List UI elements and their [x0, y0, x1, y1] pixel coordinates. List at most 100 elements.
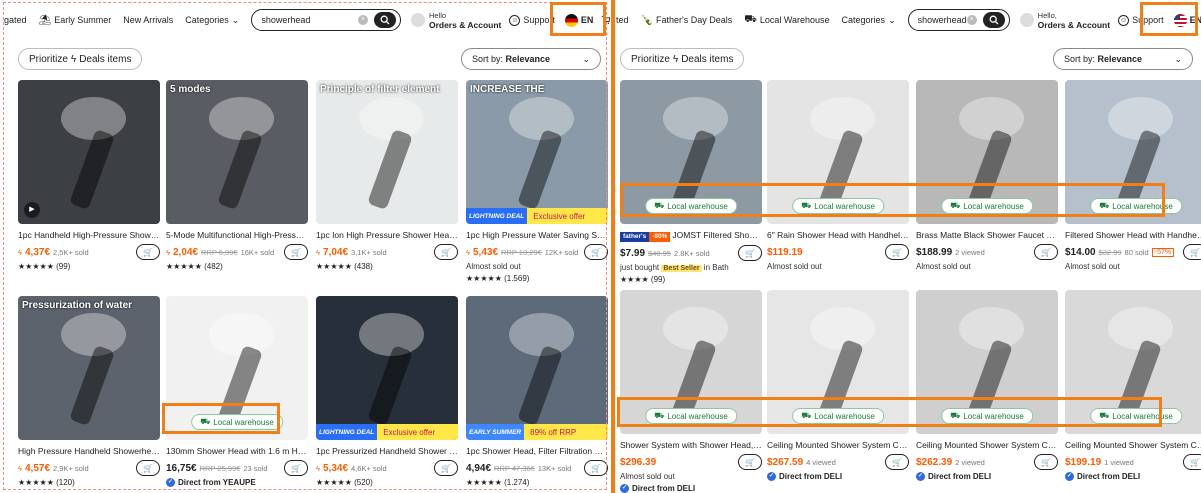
product-title[interactable]: father's-80%JOMST Filtered Shower H... [620, 230, 762, 242]
product-card[interactable]: ⛟ Local warehouse Ceiling Mounted Shower S… [1065, 290, 1201, 481]
price-row: ϟ 4,37€ 2,5K+ sold 🛒 [18, 244, 160, 260]
add-to-cart-button[interactable]: 🛒 [1183, 244, 1201, 260]
prioritize-deals-toggle[interactable]: Prioritize ϟ Deals items [620, 48, 745, 70]
language-selector[interactable]: EN [564, 13, 593, 27]
nav-item-partial[interactable]: gated [4, 15, 27, 25]
nav-item-categories[interactable]: Categories ⌄ [185, 15, 239, 26]
product-image[interactable]: ⛟ Local warehouse [620, 290, 762, 434]
product-title[interactable]: 1pc High Pressure Water Saving Show... [466, 230, 608, 241]
product-card[interactable]: ⛟ Local warehouse Filtered Shower Head wit… [1065, 80, 1201, 271]
clear-icon[interactable]: × [966, 15, 977, 25]
product-title-text: JOMST Filtered Shower H... [672, 230, 762, 240]
product-title[interactable]: 130mm Shower Head with 1.6 m Hose... [166, 446, 308, 457]
add-to-cart-button[interactable]: 🛒 [738, 454, 762, 470]
truck-icon: ⛟ [801, 411, 812, 420]
nav-item-local-warehouse[interactable]: ⛟ Local Warehouse [744, 14, 829, 27]
product-card[interactable]: ⛟ Local warehouse 130mm Shower Head with 1… [166, 296, 308, 487]
account-menu[interactable]: Hello, Orders & Account [1019, 10, 1110, 30]
truck-icon: ⛟ [801, 201, 812, 210]
rrp-price: RRP 47,36€ [494, 463, 535, 473]
add-to-cart-button[interactable]: 🛒 [434, 244, 458, 260]
prioritize-deals-toggle[interactable]: Prioritize ϟ Deals items [18, 48, 143, 70]
nav-item-fathers-day[interactable]: 🍾 Father's Day Deals [641, 15, 733, 26]
product-image[interactable]: ▶ [18, 80, 160, 224]
product-card[interactable]: ⛟ Local warehouse father's -80% JOMST Filter… [620, 80, 762, 284]
sort-dropdown[interactable]: Sort by: Relevance ⌄ [1053, 48, 1193, 70]
hello-text: Hello, [1037, 10, 1057, 20]
product-title[interactable]: Brass Matte Black Shower Faucet Set ... [916, 230, 1058, 241]
support-link[interactable]: ☺ Support [1118, 14, 1164, 26]
product-image[interactable]: ⛟ Local warehouse [1065, 80, 1201, 224]
add-to-cart-button[interactable]: 🛒 [584, 244, 608, 260]
search-bar[interactable]: showerhead × [251, 9, 401, 31]
nav-item-partial[interactable]: ted [616, 15, 629, 25]
nav-item-early-summer[interactable]: ⛱ Early Summer [39, 15, 112, 26]
search-button[interactable] [982, 12, 1005, 28]
product-image[interactable]: ⛟ Local warehouse [916, 290, 1058, 434]
review-count: (99) [56, 262, 71, 271]
add-to-cart-button[interactable]: 🛒 [434, 460, 458, 476]
product-card[interactable]: ▶ 1pc Handheld High-Pressure Shower ... ϟ 4… [18, 80, 160, 271]
product-image[interactable]: ⛟ Local warehouse [916, 80, 1058, 224]
product-card[interactable]: ⛟ Local warehouse 6" Rain Shower Head with… [767, 80, 909, 271]
account-menu[interactable]: Hello Orders & Account [410, 11, 501, 30]
product-card[interactable]: INCREASE THE LIGHTNING DEAL Exclusive offe… [466, 80, 608, 283]
product-card[interactable]: ⛟ Local warehouse Ceiling Mounted Shower S… [767, 290, 909, 481]
product-image[interactable]: Principle of filter element [316, 80, 458, 224]
product-image[interactable]: ⛟ Local warehouse [620, 80, 762, 224]
nav-item-categories[interactable]: Categories ⌄ [842, 15, 896, 26]
product-image[interactable]: LIGHTNING DEAL Exclusive offer [316, 296, 458, 440]
product-title[interactable]: 6" Rain Shower Head with Handheld ... [767, 230, 909, 241]
product-title[interactable]: 5-Mode Multifunctional High-Pressur... [166, 230, 308, 241]
add-to-cart-button[interactable]: 🛒 [885, 454, 909, 470]
product-title[interactable]: 1pc Pressurized Handheld Shower He... [316, 446, 458, 457]
cart-icon[interactable] [601, 14, 611, 26]
add-to-cart-button[interactable]: 🛒 [1183, 454, 1201, 470]
product-card[interactable]: 5 modes 5-Mode Multifunctional High-Press… [166, 80, 308, 271]
product-title[interactable]: 1pc Ion High Pressure Shower Head, ... [316, 230, 458, 241]
search-button[interactable] [373, 12, 396, 28]
product-image[interactable]: EARLY SUMMER 89% off RRP [466, 296, 608, 440]
product-image[interactable]: ⛟ Local warehouse [767, 80, 909, 224]
product-card[interactable]: Pressurization of water High Pressure Han… [18, 296, 160, 487]
nav-item-new-arrivals[interactable]: New Arrivals [123, 15, 173, 25]
search-bar[interactable]: showerhead × [907, 9, 1010, 31]
clear-icon[interactable]: × [357, 15, 368, 25]
add-to-cart-button[interactable]: 🛒 [738, 245, 762, 261]
add-to-cart-button[interactable]: 🛒 [1034, 454, 1058, 470]
product-image[interactable]: INCREASE THE LIGHTNING DEAL Exclusive offe… [466, 80, 608, 224]
sold-count: 80 sold [1124, 247, 1149, 257]
product-card[interactable]: ⛟ Local warehouse Ceiling Mounted Shower S… [916, 290, 1058, 481]
sort-dropdown[interactable]: Sort by: Relevance ⌄ [461, 48, 601, 70]
product-card[interactable]: LIGHTNING DEAL Exclusive offer 1pc Pressur… [316, 296, 458, 487]
product-title[interactable]: 1pc Handheld High-Pressure Shower ... [18, 230, 160, 241]
product-image[interactable]: ⛟ Local warehouse [166, 296, 308, 440]
product-title[interactable]: Shower System with Shower Head, H... [620, 440, 762, 451]
add-to-cart-button[interactable]: 🛒 [1034, 244, 1058, 260]
product-title[interactable]: Filtered Shower Head with Handheld, ... [1065, 230, 1201, 241]
product-card[interactable]: EARLY SUMMER 89% off RRP 1pc Shower Head, … [466, 296, 608, 487]
add-to-cart-button[interactable]: 🛒 [885, 244, 909, 260]
add-to-cart-button[interactable]: 🛒 [136, 460, 160, 476]
product-title[interactable]: Ceiling Mounted Shower System Com... [1065, 440, 1201, 451]
add-to-cart-button[interactable]: 🛒 [584, 460, 608, 476]
add-to-cart-button[interactable]: 🛒 [136, 244, 160, 260]
search-input[interactable]: showerhead [261, 15, 358, 25]
support-link[interactable]: ☺ Support [509, 14, 555, 26]
product-card[interactable]: ⛟ Local warehouse Brass Matte Black Shower… [916, 80, 1058, 271]
product-image[interactable]: ⛟ Local warehouse [767, 290, 909, 434]
product-title[interactable]: 1pc Shower Head, Filter Filtration Hig..… [466, 446, 608, 457]
product-card[interactable]: ⛟ Local warehouse Shower System with Showe… [620, 290, 762, 493]
product-image[interactable]: Pressurization of water [18, 296, 160, 440]
product-image[interactable]: ⛟ Local warehouse [1065, 290, 1201, 434]
play-icon[interactable]: ▶ [24, 202, 40, 218]
add-to-cart-button[interactable]: 🛒 [284, 460, 308, 476]
product-title[interactable]: Ceiling Mounted Shower System Com... [916, 440, 1058, 451]
product-title[interactable]: High Pressure Handheld Showerhead ... [18, 446, 160, 457]
product-card[interactable]: Principle of filter element 1pc Ion High … [316, 80, 458, 271]
add-to-cart-button[interactable]: 🛒 [284, 244, 308, 260]
product-title[interactable]: Ceiling Mounted Shower System Com... [767, 440, 909, 451]
search-input[interactable]: showerhead [918, 15, 967, 25]
product-image[interactable]: 5 modes [166, 80, 308, 224]
language-selector[interactable]: EN [1173, 13, 1201, 27]
